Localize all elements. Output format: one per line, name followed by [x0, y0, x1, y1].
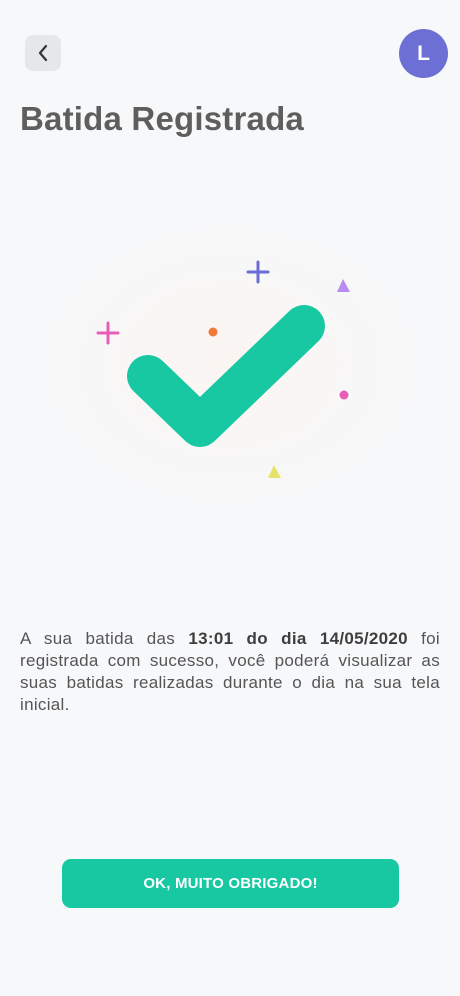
background-glow [30, 215, 430, 515]
back-button[interactable] [25, 35, 61, 71]
punch-time: 13:01 do dia 14/05/2020 [188, 629, 408, 648]
batida-registrada-screen: L Batida Registrada A sua batida das 13:… [0, 0, 460, 996]
success-illustration [30, 215, 430, 515]
ok-thanks-button[interactable]: OK, MUITO OBRIGADO! [62, 859, 399, 908]
chevron-left-icon [38, 44, 48, 62]
message-intro: A sua batida das [20, 629, 189, 648]
dot-icon [208, 327, 218, 337]
dot-icon [339, 390, 349, 400]
page-title: Batida Registrada [20, 100, 304, 137]
confirmation-message: A sua batida das 13:01 do dia 14/05/2020… [20, 628, 440, 716]
avatar-initial: L [417, 41, 430, 65]
user-avatar[interactable]: L [399, 29, 448, 78]
